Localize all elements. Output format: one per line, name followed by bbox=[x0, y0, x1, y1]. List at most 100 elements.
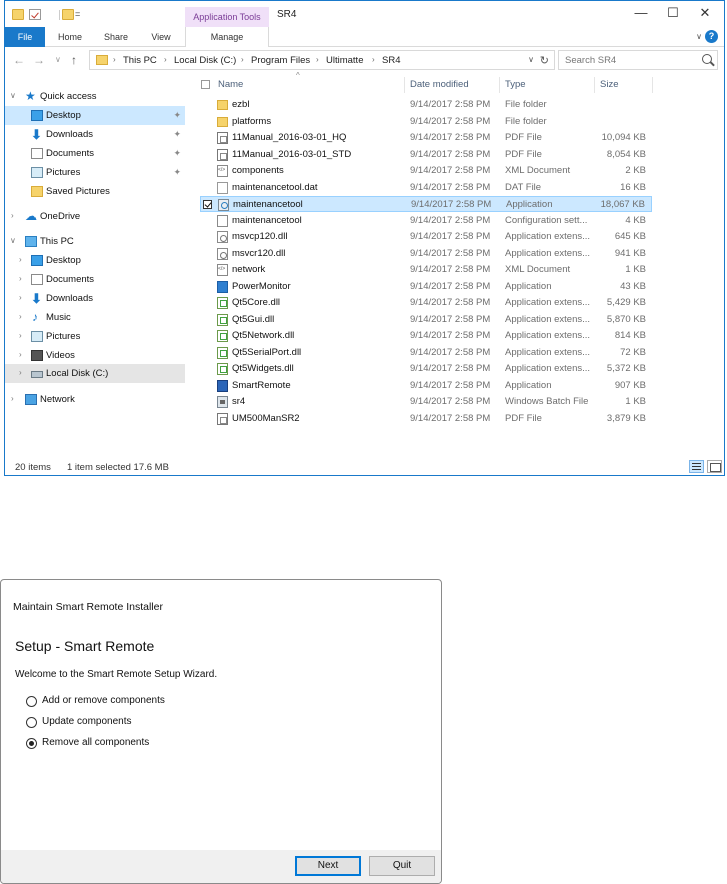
expand-arrow-icon[interactable]: › bbox=[19, 368, 22, 377]
nav-item-quick-documents[interactable]: Documents ✦ bbox=[5, 144, 185, 163]
next-button[interactable]: Next bbox=[295, 856, 361, 876]
column-header-date[interactable]: Date modified bbox=[410, 79, 469, 90]
nav-item-onedrive[interactable]: › ☁ OneDrive bbox=[5, 207, 185, 226]
table-row[interactable]: UM500ManSR2 9/14/2017 2:58 PM PDF File 3,87… bbox=[200, 411, 652, 427]
table-row[interactable]: Qt5Widgets.dll 9/14/2017 2:58 PM Applicati… bbox=[200, 361, 652, 377]
collapse-arrow-icon[interactable]: ∨ bbox=[10, 236, 16, 245]
expand-arrow-icon[interactable]: › bbox=[19, 312, 22, 321]
pin-icon[interactable]: ✦ bbox=[173, 167, 181, 178]
pin-icon[interactable]: ✦ bbox=[173, 148, 181, 159]
table-row[interactable]: maintenancetool 9/14/2017 2:58 PM Configur… bbox=[200, 213, 652, 229]
expand-arrow-icon[interactable]: › bbox=[19, 350, 22, 359]
close-button[interactable]: ✕ bbox=[693, 5, 717, 21]
table-row[interactable]: sr4 9/14/2017 2:58 PM Windows Batch File 1 … bbox=[200, 394, 652, 410]
nav-item-saved-pictures[interactable]: Saved Pictures bbox=[5, 182, 185, 201]
nav-item-network[interactable]: › Network bbox=[5, 390, 185, 409]
table-row[interactable]: network 9/14/2017 2:58 PM XML Document 1 KB bbox=[200, 262, 652, 278]
table-row[interactable]: maintenancetool 9/14/2017 2:58 PM Applicat… bbox=[200, 196, 652, 212]
nav-item-pc-documents[interactable]: › Documents bbox=[5, 270, 185, 289]
table-row[interactable]: Qt5SerialPort.dll 9/14/2017 2:58 PM Applic… bbox=[200, 345, 652, 361]
breadcrumb-sr4[interactable]: SR4 bbox=[382, 55, 400, 66]
nav-item-pc-videos[interactable]: › Videos bbox=[5, 346, 185, 365]
search-input[interactable]: Search SR4 bbox=[558, 50, 718, 70]
recent-locations-icon[interactable]: ∨ bbox=[55, 55, 61, 64]
breadcrumb-this-pc[interactable]: This PC bbox=[123, 55, 157, 66]
column-header-type[interactable]: Type bbox=[505, 79, 526, 90]
expand-arrow-icon[interactable]: › bbox=[19, 331, 22, 340]
collapse-arrow-icon[interactable]: ∨ bbox=[10, 91, 16, 100]
breadcrumb-local-disk[interactable]: Local Disk (C:) bbox=[174, 55, 236, 66]
column-divider[interactable] bbox=[499, 77, 500, 93]
quick-access-dropdown-icon[interactable]: = bbox=[75, 9, 80, 19]
nav-item-quick-access[interactable]: ∨ ★ Quick access bbox=[5, 87, 185, 106]
folder-icon[interactable] bbox=[12, 9, 24, 20]
expand-arrow-icon[interactable]: › bbox=[19, 293, 22, 302]
address-bar[interactable]: › This PC › Local Disk (C:) › Program Fi… bbox=[89, 50, 555, 70]
pin-icon[interactable]: ✦ bbox=[173, 129, 181, 140]
radio-button[interactable] bbox=[26, 717, 37, 728]
expand-arrow-icon[interactable]: › bbox=[11, 394, 14, 403]
nav-item-pc-music[interactable]: › ♪ Music bbox=[5, 308, 185, 327]
up-icon[interactable]: ↑ bbox=[71, 53, 77, 67]
table-row[interactable]: Qt5Core.dll 9/14/2017 2:58 PM Application … bbox=[200, 295, 652, 311]
radio-button[interactable] bbox=[26, 696, 37, 707]
breadcrumb-program-files[interactable]: Program Files bbox=[251, 55, 310, 66]
column-divider[interactable] bbox=[404, 77, 405, 93]
tab-share[interactable]: Share bbox=[95, 27, 137, 47]
table-row[interactable]: PowerMonitor 9/14/2017 2:58 PM Application… bbox=[200, 279, 652, 295]
table-row[interactable]: msvcp120.dll 9/14/2017 2:58 PM Application… bbox=[200, 229, 652, 245]
maximize-button[interactable]: ☐ bbox=[661, 5, 685, 21]
radio-button-selected[interactable] bbox=[26, 738, 37, 749]
column-header-name[interactable]: Name bbox=[218, 79, 243, 90]
forward-icon[interactable]: → bbox=[33, 53, 45, 67]
tab-view[interactable]: View bbox=[141, 27, 181, 47]
expand-ribbon-icon[interactable]: ∨ bbox=[696, 32, 702, 41]
expand-arrow-icon[interactable]: › bbox=[11, 211, 14, 220]
table-row[interactable]: platforms 9/14/2017 2:58 PM File folder bbox=[200, 114, 652, 130]
new-folder-icon[interactable] bbox=[62, 9, 74, 20]
nav-item-pc-downloads[interactable]: › ⬇ Downloads bbox=[5, 289, 185, 308]
expand-arrow-icon[interactable]: › bbox=[19, 274, 22, 283]
nav-item-local-disk[interactable]: › Local Disk (C:) bbox=[5, 364, 185, 383]
properties-check-icon[interactable] bbox=[29, 9, 41, 20]
table-row[interactable]: Qt5Network.dll 9/14/2017 2:58 PM Applicati… bbox=[200, 328, 652, 344]
tab-manage[interactable]: Manage bbox=[185, 27, 269, 48]
nav-item-label: Desktop bbox=[46, 110, 81, 121]
table-row[interactable]: msvcr120.dll 9/14/2017 2:58 PM Application… bbox=[200, 246, 652, 262]
column-divider[interactable] bbox=[594, 77, 595, 93]
tab-file[interactable]: File bbox=[5, 27, 45, 47]
refresh-icon[interactable]: ↻ bbox=[540, 54, 549, 67]
breadcrumb-ultimatte[interactable]: Ultimatte bbox=[326, 55, 363, 66]
quit-button[interactable]: Quit bbox=[369, 856, 435, 876]
nav-item-quick-downloads[interactable]: ⬇ Downloads ✦ bbox=[5, 125, 185, 144]
column-header-size[interactable]: Size bbox=[600, 79, 618, 90]
nav-item-quick-pictures[interactable]: Pictures ✦ bbox=[5, 163, 185, 182]
help-icon[interactable]: ? bbox=[705, 30, 718, 43]
large-icons-view-icon[interactable] bbox=[707, 460, 722, 473]
nav-item-pc-desktop[interactable]: › Desktop bbox=[5, 251, 185, 270]
table-row[interactable]: SmartRemote 9/14/2017 2:58 PM Application 9… bbox=[200, 378, 652, 394]
table-row[interactable]: ezbl 9/14/2017 2:58 PM File folder bbox=[200, 97, 652, 113]
table-row[interactable]: components 9/14/2017 2:58 PM XML Document 2… bbox=[200, 163, 652, 179]
expand-arrow-icon[interactable]: › bbox=[19, 255, 22, 264]
table-row[interactable]: Qt5Gui.dll 9/14/2017 2:58 PM Application e… bbox=[200, 312, 652, 328]
nav-item-pc-pictures[interactable]: › Pictures bbox=[5, 327, 185, 346]
nav-item-quick-desktop[interactable]: Desktop ✦ bbox=[5, 106, 185, 125]
nav-item-this-pc[interactable]: ∨ This PC bbox=[5, 232, 185, 251]
column-headers: Name Date modified Type Size bbox=[190, 77, 720, 93]
column-divider[interactable] bbox=[652, 77, 653, 93]
row-checkbox[interactable] bbox=[203, 200, 212, 209]
table-row[interactable]: 11Manual_2016-03-01_STD 9/14/2017 2:58 PM… bbox=[200, 147, 652, 163]
select-all-checkbox[interactable] bbox=[201, 80, 210, 89]
address-dropdown-icon[interactable]: ∨ bbox=[528, 55, 534, 64]
table-row[interactable]: 11Manual_2016-03-01_HQ 9/14/2017 2:58 PM P… bbox=[200, 130, 652, 146]
tab-home[interactable]: Home bbox=[49, 27, 91, 47]
breadcrumb-separator: › bbox=[241, 55, 244, 64]
search-icon[interactable] bbox=[702, 54, 712, 64]
pin-icon[interactable]: ✦ bbox=[173, 110, 181, 121]
minimize-button[interactable]: — bbox=[629, 5, 653, 21]
table-row[interactable]: maintenancetool.dat 9/14/2017 2:58 PM DAT … bbox=[200, 180, 652, 196]
back-icon[interactable]: ← bbox=[13, 53, 25, 67]
details-view-icon[interactable] bbox=[689, 460, 704, 473]
nav-item-label: Downloads bbox=[46, 293, 93, 304]
